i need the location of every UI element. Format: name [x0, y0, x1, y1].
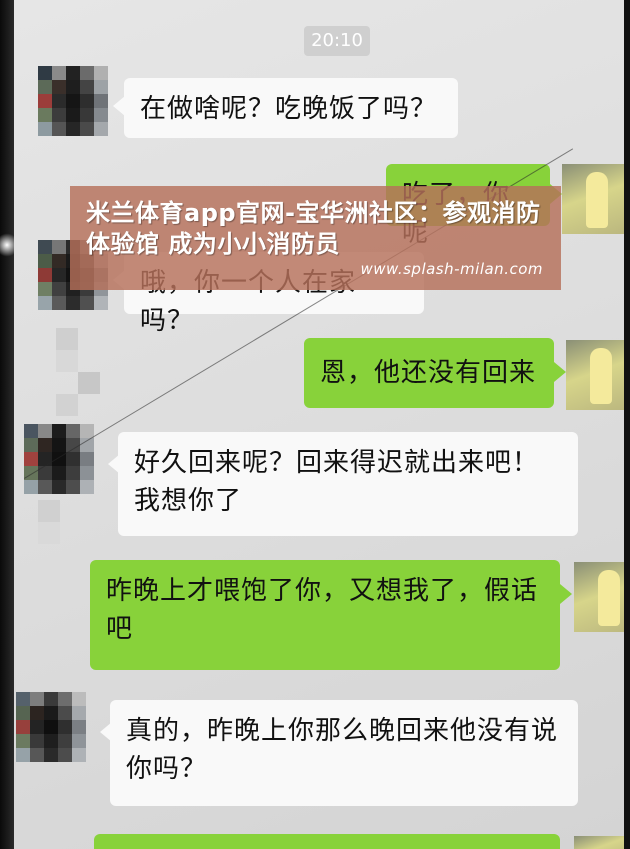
contact-avatar[interactable]	[38, 66, 108, 136]
self-avatar[interactable]	[574, 836, 624, 849]
chat-screen[interactable]: 20:10 在做啥呢？吃晚饭了吗？ 吃了，你呢	[14, 0, 624, 849]
blurred-mosaic	[38, 500, 60, 522]
bubble-tail	[554, 362, 566, 382]
contact-avatar[interactable]	[24, 424, 94, 494]
blurred-mosaic	[56, 394, 78, 416]
outgoing-message-bubble[interactable]: 恩，他还没有回来	[304, 338, 554, 408]
blurred-mosaic	[56, 328, 78, 350]
blurred-mosaic	[56, 350, 78, 372]
phone-bezel-right	[624, 0, 630, 849]
incoming-message-bubble[interactable]: 好久回来呢？回来得迟就出来吧！我想你了	[118, 432, 578, 536]
incoming-message-bubble[interactable]: 真的，昨晚上你那么晚回来他没有说你吗？	[110, 700, 578, 806]
light-glare	[0, 230, 14, 260]
message-timestamp: 20:10	[304, 26, 370, 56]
bubble-tail	[560, 584, 572, 604]
watermark-url: www.splash-milan.com	[360, 260, 543, 278]
self-avatar[interactable]	[566, 340, 624, 410]
self-avatar[interactable]	[562, 164, 624, 234]
outgoing-message-bubble-partial[interactable]	[94, 834, 560, 849]
self-avatar[interactable]	[574, 562, 624, 632]
phone-bezel-left	[0, 0, 14, 849]
outgoing-message-bubble[interactable]: 昨晚上才喂饱了你，又想我了，假话吧	[90, 560, 560, 670]
incoming-message-bubble[interactable]: 在做啥呢？吃晚饭了吗？	[124, 78, 458, 138]
watermark-banner: 米兰体育app官网-宝华洲社区：参观消防体验馆 成为小小消防员 www.spla…	[70, 186, 561, 290]
blurred-mosaic	[78, 372, 100, 394]
watermark-title: 米兰体育app官网-宝华洲社区：参观消防体验馆 成为小小消防员	[86, 199, 541, 258]
contact-avatar[interactable]	[16, 692, 86, 762]
blurred-mosaic	[38, 522, 60, 544]
